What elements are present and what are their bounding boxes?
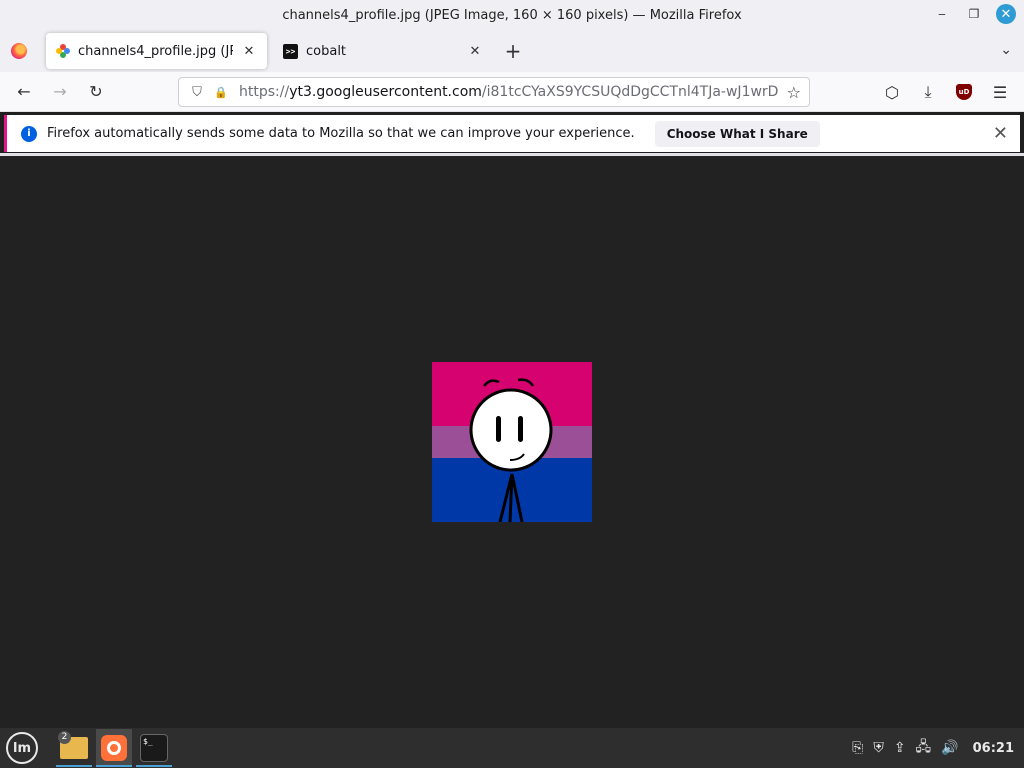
lock-icon[interactable]: 🔒 <box>211 86 231 99</box>
notification-text: Firefox automatically sends some data to… <box>47 126 635 141</box>
close-tab-icon[interactable]: ✕ <box>241 44 257 59</box>
linux-mint-icon: lm <box>12 740 31 756</box>
url-path: /i81tcCYaXS9YCSUQdDgCCTnl4TJa-wJ1wrDUdi2… <box>481 84 779 100</box>
url-text[interactable]: https://yt3.googleusercontent.com/i81tcC… <box>239 84 779 100</box>
stick-head <box>469 388 553 472</box>
forward-button[interactable]: → <box>44 76 76 108</box>
url-bar[interactable]: ⛉ 🔒 https://yt3.googleusercontent.com/i8… <box>178 77 810 107</box>
shield-icon[interactable]: ⛨ <box>873 740 884 756</box>
pocket-button[interactable]: ⬡ <box>876 76 908 108</box>
navigation-toolbar: ← → ↻ ⛉ 🔒 https://yt3.googleusercontent.… <box>0 72 1024 112</box>
taskbar: lm 2 $_ ⎘ ⛨ ⇪ 🖧 🔊 06:21 <box>0 728 1024 768</box>
firefox-icon <box>101 735 127 761</box>
clipboard-icon[interactable]: ⎘ <box>852 740 863 756</box>
start-menu-button[interactable]: lm <box>6 732 38 764</box>
new-tab-button[interactable]: + <box>499 37 527 65</box>
window-titlebar: channels4_profile.jpg (JPEG Image, 160 ×… <box>0 0 1024 30</box>
url-host: yt3.googleusercontent.com <box>289 84 482 100</box>
system-tray: ⎘ ⛨ ⇪ 🖧 🔊 06:21 <box>852 728 1014 768</box>
profile-image[interactable] <box>432 362 592 522</box>
task-underline <box>136 765 172 767</box>
terminal-icon: $_ <box>140 734 168 762</box>
clock[interactable]: 06:21 <box>973 741 1014 756</box>
choose-what-i-share-button[interactable]: Choose What I Share <box>654 120 820 147</box>
right-eye <box>518 416 523 442</box>
firefox-logo-icon <box>11 43 27 59</box>
ublock-icon: uD <box>956 84 972 100</box>
close-window-button[interactable]: ✕ <box>996 4 1016 24</box>
window-title: channels4_profile.jpg (JPEG Image, 160 ×… <box>282 7 742 23</box>
task-underline <box>56 765 92 767</box>
task-underline <box>96 765 132 767</box>
window-count-badge: 2 <box>58 731 71 744</box>
list-all-tabs-button[interactable]: ⌄ <box>1000 42 1012 58</box>
network-icon[interactable]: 🖧 <box>916 736 932 760</box>
close-tab-icon[interactable]: ✕ <box>467 44 483 59</box>
ublock-origin-button[interactable]: uD <box>948 76 980 108</box>
volume-icon[interactable]: 🔊 <box>941 740 958 756</box>
cobalt-icon: >> <box>283 43 298 59</box>
tab-strip: channels4_profile.jpg (JPEG Image, 160 ×… <box>0 30 1024 72</box>
tracking-protection-shield-icon[interactable]: ⛉ <box>187 85 207 100</box>
close-notification-icon[interactable]: ✕ <box>993 123 1008 144</box>
taskbar-firefox[interactable] <box>96 729 132 767</box>
taskbar-files[interactable]: 2 <box>56 729 92 767</box>
toolbar-right: ⬡ ⤓ uD ☰ <box>876 76 1016 108</box>
downloads-button[interactable]: ⤓ <box>912 76 944 108</box>
reload-button[interactable]: ↻ <box>80 76 112 108</box>
url-scheme: https:// <box>239 84 290 100</box>
taskbar-terminal[interactable]: $_ <box>136 729 172 767</box>
left-eye <box>496 416 501 442</box>
profile-image-svg <box>432 362 592 522</box>
info-icon: i <box>21 125 37 142</box>
app-menu-button[interactable]: ☰ <box>984 76 1016 108</box>
google-photos-icon <box>56 44 70 58</box>
tab-title: channels4_profile.jpg (JPEG Image, 160 ×… <box>78 43 233 59</box>
tab-cobalt[interactable]: >> cobalt ✕ <box>273 33 493 69</box>
data-collection-notification: i Firefox automatically sends some data … <box>4 115 1020 152</box>
tab-title: cobalt <box>306 43 347 59</box>
tab-channels4-profile[interactable]: channels4_profile.jpg (JPEG Image, 160 ×… <box>46 33 267 69</box>
window-controls: ‒ ❐ ✕ <box>932 4 1016 24</box>
image-viewer <box>0 156 1024 728</box>
update-manager-icon[interactable]: ⇪ <box>894 740 906 756</box>
back-button[interactable]: ← <box>8 76 40 108</box>
bookmark-star-icon[interactable]: ☆ <box>787 83 801 102</box>
firefox-view-button[interactable] <box>0 30 38 72</box>
minimize-button[interactable]: ‒ <box>932 4 952 24</box>
maximize-button[interactable]: ❐ <box>964 4 984 24</box>
